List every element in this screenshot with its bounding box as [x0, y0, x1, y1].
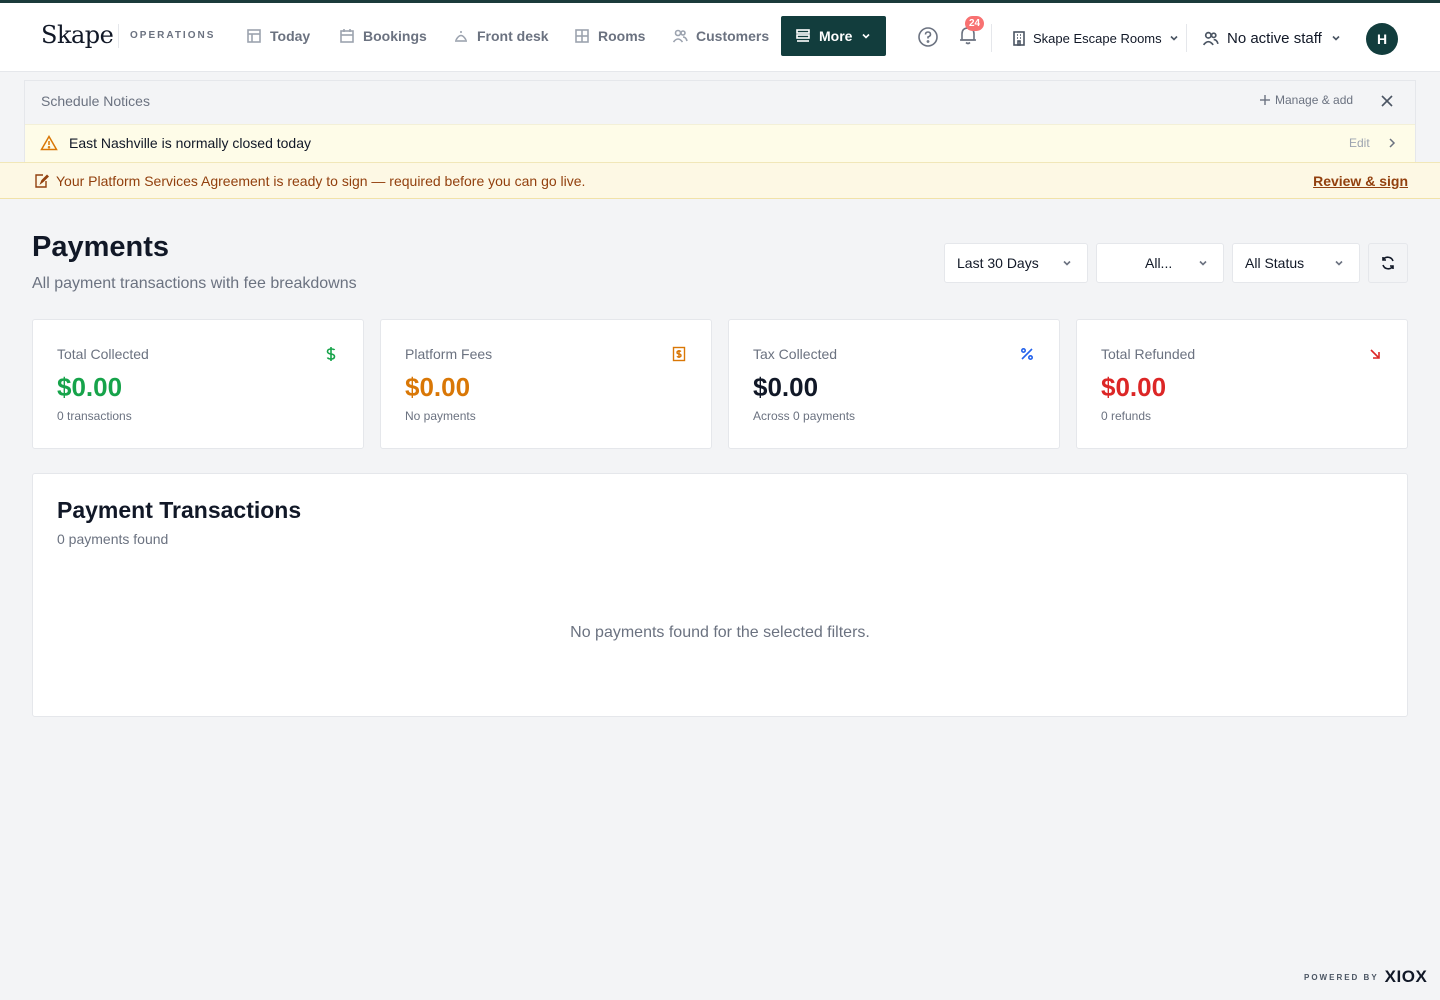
manage-add-button[interactable]: Manage & add — [1259, 93, 1353, 107]
stat-label: Total Refunded — [1101, 346, 1196, 362]
notice-edit-link[interactable]: Edit — [1349, 136, 1370, 150]
chevron-down-icon — [1332, 35, 1340, 41]
logo-divider — [118, 24, 119, 48]
chevron-down-icon — [1170, 35, 1178, 41]
date-range-select[interactable]: Last 30 Days — [944, 243, 1088, 283]
review-sign-link[interactable]: Review & sign — [1313, 173, 1408, 189]
chevron-down-icon — [1063, 260, 1071, 266]
nav-customers[interactable]: Customers — [670, 16, 771, 56]
nav-label: Today — [270, 28, 311, 44]
warning-icon — [40, 135, 58, 151]
stat-foot: No payments — [405, 409, 476, 423]
stat-value: $0.00 — [753, 372, 819, 402]
stat-card-platform-fees: Platform Fees $0.00 No payments — [380, 319, 712, 449]
logo[interactable]: Skape — [41, 21, 114, 49]
agreement-banner: Your Platform Services Agreement is read… — [0, 162, 1440, 199]
nav-more-button[interactable]: More — [781, 16, 886, 56]
brand-logo: XIOX — [1384, 967, 1428, 986]
chevron-down-icon — [862, 33, 871, 39]
plus-icon — [1260, 95, 1270, 105]
nav-more-label: More — [819, 28, 853, 44]
section-label: OPERATIONS — [130, 30, 216, 41]
location-value: All... — [1145, 255, 1173, 271]
avatar[interactable]: H — [1366, 23, 1398, 55]
stat-value: $0.00 — [405, 372, 471, 402]
calendar-icon — [340, 29, 354, 43]
menu-stack-icon — [796, 29, 810, 42]
notices-title: Schedule Notices — [41, 93, 150, 109]
refresh-button[interactable] — [1368, 243, 1408, 283]
stat-card-tax-collected: Tax Collected $0.00 Across 0 payments — [728, 319, 1060, 449]
payments-count: 0 payments found — [57, 531, 169, 547]
manage-label: Manage & add — [1275, 93, 1354, 107]
stat-foot: 0 transactions — [57, 409, 132, 423]
notice-item[interactable]: East Nashville is normally closed today … — [25, 124, 1415, 162]
table-icon — [247, 29, 261, 43]
arrow-down-right-icon — [1370, 349, 1380, 359]
grid-icon — [575, 29, 589, 43]
document-edit-icon — [35, 174, 49, 188]
nav-label: Customers — [696, 28, 770, 44]
payment-transactions-panel: Payment Transactions 0 payments found No… — [32, 473, 1408, 717]
agreement-text: Your Platform Services Agreement is read… — [56, 173, 586, 189]
nav-label: Rooms — [598, 28, 646, 44]
nav-today[interactable]: Today — [244, 16, 312, 56]
notification-count-badge: 24 — [965, 16, 984, 31]
stat-label: Platform Fees — [405, 346, 493, 362]
users-icon — [672, 29, 688, 43]
nav-front-desk[interactable]: Front desk — [451, 16, 551, 56]
bell-desk-icon — [455, 31, 467, 42]
stat-card-total-refunded: Total Refunded $0.00 0 refunds — [1076, 319, 1408, 449]
page-title: Payments — [32, 231, 170, 263]
nav-bookings[interactable]: Bookings — [337, 16, 429, 56]
stat-card-total-collected: Total Collected $0.00 0 transactions — [32, 319, 364, 449]
building-icon — [1013, 31, 1025, 46]
stat-foot: Across 0 payments — [753, 409, 856, 423]
chevron-down-icon — [1199, 260, 1207, 266]
company-name: Skape Escape Rooms — [1033, 30, 1162, 46]
percent-icon — [1020, 347, 1034, 361]
header-divider — [1186, 24, 1187, 52]
chevron-right-icon — [1389, 138, 1396, 148]
stat-label: Tax Collected — [753, 346, 838, 362]
location-select[interactable]: All... — [1096, 243, 1224, 283]
help-button[interactable] — [917, 26, 939, 48]
date-range-value: Last 30 Days — [957, 255, 1039, 271]
powered-by-footer[interactable]: POWERED BY XIOX — [1304, 967, 1427, 987]
company-selector[interactable]: Skape Escape Rooms — [1011, 26, 1180, 50]
nav-rooms[interactable]: Rooms — [572, 16, 647, 56]
top-header: Skape OPERATIONS Today Bookings Front de… — [0, 3, 1440, 72]
staff-selector[interactable]: No active staff — [1202, 26, 1342, 50]
status-value: All Status — [1245, 255, 1305, 271]
empty-state-text: No payments found for the selected filte… — [570, 624, 870, 641]
stat-value: $0.00 — [1101, 372, 1167, 402]
users-icon — [1202, 31, 1219, 45]
close-icon[interactable] — [1379, 93, 1395, 109]
chevron-down-icon — [1335, 260, 1343, 266]
staff-name: No active staff — [1227, 29, 1322, 47]
page-subtitle: All payment transactions with fee breakd… — [32, 275, 357, 292]
help-circle-icon — [918, 27, 938, 47]
status-select[interactable]: All Status — [1232, 243, 1360, 283]
receipt-icon — [672, 346, 686, 362]
dollar-icon — [326, 347, 336, 361]
schedule-notices: Schedule Notices Manage & add East Nashv… — [24, 80, 1416, 162]
refresh-icon — [1382, 256, 1394, 270]
nav-label: Bookings — [363, 28, 427, 44]
header-divider — [991, 24, 992, 52]
panel-title: Payment Transactions — [57, 497, 302, 523]
notice-text: East Nashville is normally closed today — [69, 135, 311, 151]
stat-value: $0.00 — [57, 372, 123, 402]
powered-by-text: POWERED BY — [1304, 972, 1379, 982]
stat-label: Total Collected — [57, 346, 149, 362]
nav-label: Front desk — [477, 28, 549, 44]
stat-foot: 0 refunds — [1101, 409, 1152, 423]
